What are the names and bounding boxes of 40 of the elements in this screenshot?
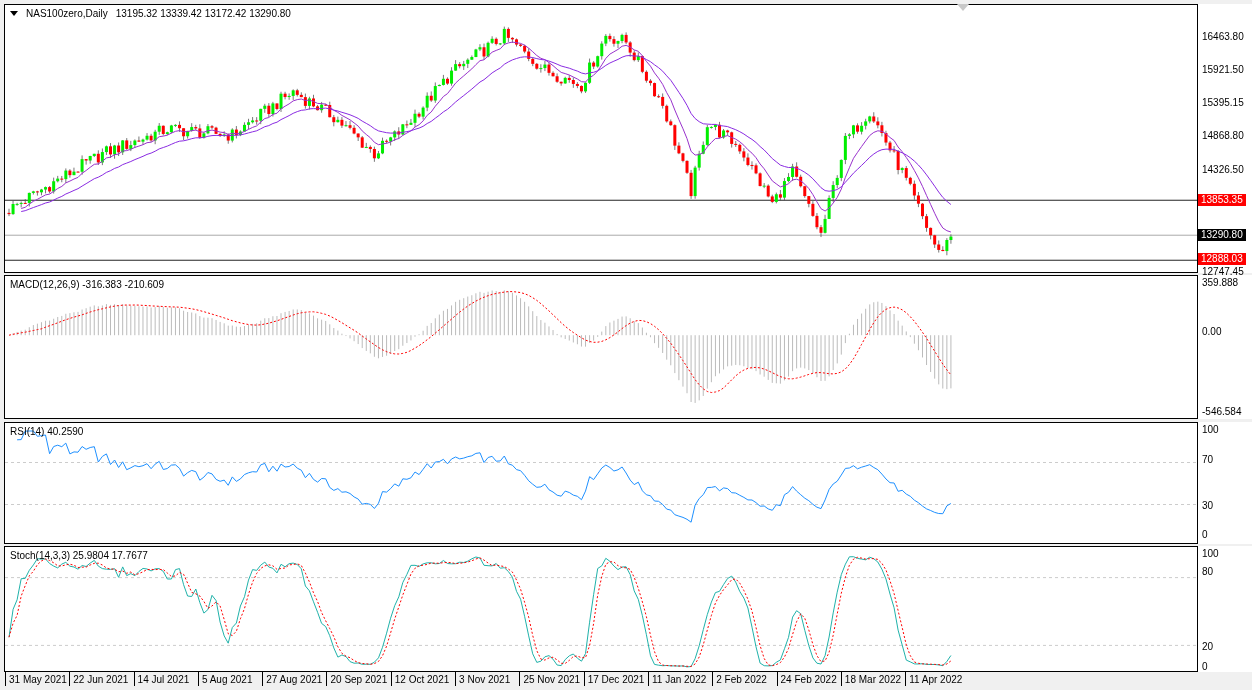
axis-label: 12747.45 (1202, 266, 1244, 278)
axis-label: 100 (1202, 424, 1219, 436)
axis-label: 14868.80 (1202, 130, 1244, 142)
axis-label: 16463.80 (1202, 31, 1244, 43)
indicator-label: Stoch(14,3,3) 25.9804 17.7677 (10, 550, 148, 561)
date-label: 24 Feb 2022 (776, 672, 841, 686)
axis-label: 14326.50 (1202, 164, 1244, 176)
axis-label: 30 (1202, 500, 1214, 512)
date-label: 3 Nov 2021 (455, 672, 520, 686)
axis-label: 359.888 (1202, 277, 1239, 289)
axis-label: 20 (1202, 641, 1214, 653)
price-tag: 12888.03 (1198, 253, 1246, 265)
axis-label: 0 (1202, 661, 1208, 673)
price-tag: 13290.80 (1198, 229, 1246, 242)
date-label: 22 Jun 2021 (69, 672, 134, 686)
axis-label: 0.00 (1202, 326, 1222, 338)
date-label: 20 Sep 2021 (326, 672, 391, 686)
symbol-label: NAS100zero,Daily (26, 8, 108, 19)
date-label: 17 Dec 2021 (583, 672, 648, 686)
date-label: 18 Mar 2022 (840, 672, 906, 686)
indicator-label: RSI(14) 40.2590 (10, 426, 84, 437)
date-label: 2 Feb 2022 (712, 672, 777, 686)
ohlc-values: 13195.32 13339.42 13172.42 13290.80 (115, 8, 291, 19)
axis-label: -546.584 (1202, 406, 1242, 418)
date-label: 31 May 2021 (5, 672, 70, 686)
axis-label: 15921.50 (1202, 64, 1244, 76)
date-label: 12 Oct 2021 (390, 672, 456, 686)
price-tag: 13853.35 (1198, 194, 1246, 207)
date-label: 5 Aug 2021 (197, 672, 263, 686)
axis-label: 80 (1202, 566, 1214, 578)
indicator-label: MACD(12,26,9) -316.383 -210.609 (10, 279, 164, 290)
axis-label: 100 (1202, 548, 1219, 560)
date-label: 27 Aug 2021 (262, 672, 327, 686)
date-label: 25 Nov 2021 (519, 672, 584, 686)
date-label: 11 Jan 2022 (647, 672, 713, 686)
axis-label: 15395.15 (1202, 97, 1244, 109)
axis-label: 0 (1202, 529, 1208, 541)
axis-label: 70 (1202, 454, 1214, 466)
date-label: 14 Jul 2021 (133, 672, 198, 686)
date-label: 11 Apr 2022 (905, 672, 970, 686)
